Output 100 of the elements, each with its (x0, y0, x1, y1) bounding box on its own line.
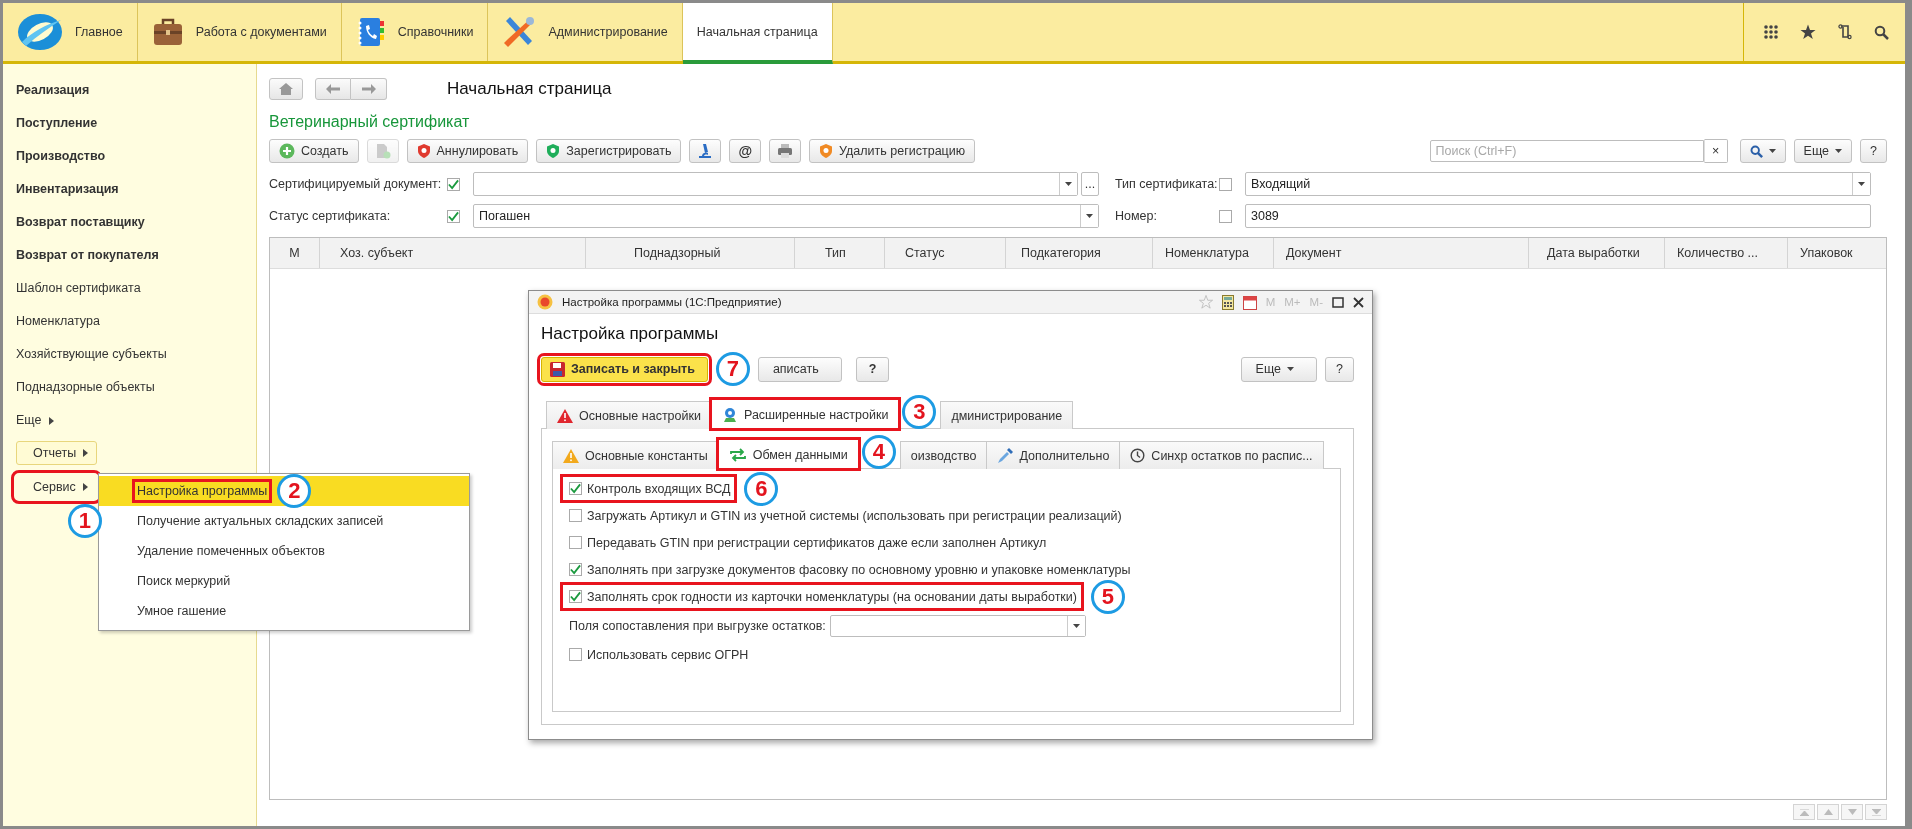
dropdown-button[interactable] (1852, 173, 1870, 195)
dropdown-caret-icon (1072, 623, 1080, 628)
callout-number: 7 (715, 352, 750, 386)
search-button[interactable] (1739, 139, 1786, 163)
filter-label: Тип сертификата: (1115, 177, 1219, 191)
dropdown-button[interactable] (1080, 205, 1098, 227)
dropdown-caret-icon (1835, 149, 1843, 153)
maximize-icon[interactable] (1332, 296, 1344, 308)
toolbar-button[interactable]: @ (729, 139, 762, 163)
settings-tab[interactable]: Расширенные настройки (710, 399, 900, 429)
menu-item[interactable]: Получение актуальных складских записей (99, 506, 469, 536)
filter-checkbox[interactable] (447, 209, 460, 223)
section-tab[interactable]: Начальная страница (682, 3, 833, 64)
calendar-icon[interactable] (1242, 294, 1257, 310)
menu-item[interactable]: Удаление помеченных объектов (99, 536, 469, 566)
settings-subtab[interactable]: оизводство (899, 441, 988, 469)
back-button[interactable] (315, 78, 351, 100)
toolbar-button[interactable]: Аннулировать (406, 139, 529, 163)
save-button[interactable]: аписать (757, 356, 842, 382)
sidebar-item[interactable]: Реализация (16, 74, 90, 107)
column-header[interactable]: Тип (795, 238, 885, 268)
clock-icon (1130, 448, 1146, 463)
sidebar-item[interactable]: Номенклатура (16, 305, 100, 338)
section-tab[interactable]: Справочники (341, 3, 489, 61)
filter-checkbox[interactable] (1219, 209, 1232, 223)
filter-checkbox[interactable] (447, 177, 460, 191)
column-header[interactable]: Хоз. субъект (320, 238, 586, 268)
dropdown-button[interactable] (1059, 173, 1077, 195)
dropdown-button[interactable] (1066, 615, 1085, 636)
more-button[interactable]: Еще (1793, 139, 1853, 163)
filter-field[interactable]: 3089 (1245, 204, 1871, 228)
settings-tab[interactable]: Основные настройки (546, 401, 712, 429)
check-icon (448, 210, 459, 222)
settings-subtab[interactable]: Обмен данными (717, 439, 859, 469)
search-field[interactable]: Поиск (Ctrl+F) (1429, 140, 1704, 162)
sidebar-item[interactable]: Хозяйствующие субъекты (16, 338, 167, 371)
settings-subtab[interactable]: Основные константы (552, 441, 719, 469)
toolbar-icon-button[interactable] (689, 139, 722, 163)
sidebar-item[interactable]: Возврат поставщику (16, 206, 145, 239)
clear-button[interactable]: × (1703, 139, 1728, 163)
filter-field[interactable]: Входящий (1245, 172, 1871, 196)
column-header[interactable]: Количество ... (1665, 238, 1788, 268)
toolbar-icon-button[interactable] (769, 139, 802, 163)
choice-button[interactable]: ... (1081, 172, 1099, 196)
forward-button[interactable] (351, 78, 387, 100)
star-icon[interactable] (1198, 295, 1213, 309)
home-icon (279, 83, 293, 95)
toolbar-button[interactable]: Зарегистрировать (536, 139, 682, 163)
settings-subtab[interactable]: Синхр остатков по распис... (1119, 441, 1324, 469)
dropdown-caret-icon (1287, 367, 1295, 371)
warning-icon (563, 448, 579, 463)
more-link[interactable]: Еще (16, 404, 55, 437)
filter-label: Статус сертификата: (269, 209, 392, 223)
column-header[interactable]: М (270, 238, 320, 268)
section-tab[interactable]: Администрирование (488, 3, 683, 61)
sidebar-item[interactable]: Поступление (16, 107, 98, 140)
column-header[interactable]: Документ (1274, 238, 1529, 268)
calculator-icon[interactable] (1221, 294, 1234, 310)
sidebar-item[interactable]: Шаблон сертификата (16, 272, 141, 305)
apps-grid-icon[interactable] (1764, 25, 1778, 39)
section-tab[interactable]: Главное (3, 3, 138, 61)
toolbar-button[interactable]: Удалить регистрацию (809, 139, 976, 163)
check-icon (570, 591, 581, 602)
sidebar-item[interactable]: Производство (16, 140, 106, 173)
dropdown-caret-icon (1858, 182, 1865, 186)
column-header[interactable]: Упаковок (1788, 238, 1886, 268)
filter-label: Номер: (1115, 209, 1158, 223)
sidebar-item[interactable]: Поднадзорные объекты (16, 371, 155, 404)
sidebar-item[interactable]: Инвентаризация (16, 173, 119, 206)
check-icon (448, 178, 459, 190)
filter-field[interactable]: Погашен (473, 204, 1099, 228)
help-button[interactable]: ? (855, 356, 890, 382)
document-icon (374, 143, 391, 159)
settings-tab[interactable]: дминистрирование (940, 401, 1074, 429)
dropdown-caret-icon (1086, 214, 1093, 218)
column-header[interactable]: Номенклатура (1153, 238, 1274, 268)
select-field[interactable] (829, 614, 1086, 637)
help-button[interactable]: ? (1325, 356, 1354, 382)
column-header[interactable]: Поднадзорный (586, 238, 795, 268)
sidebar-item[interactable]: Возврат от покупателя (16, 239, 159, 272)
section-tab[interactable]: Работа с документами (137, 3, 342, 61)
option-checkbox[interactable]: Использовать сервис ОГРН (561, 641, 755, 668)
menu-item[interactable]: Настройка программы 2 (99, 476, 469, 506)
more-button[interactable]: Еще (1240, 356, 1318, 382)
close-icon[interactable] (1353, 296, 1364, 308)
filter-field[interactable] (473, 172, 1078, 196)
menu-item[interactable]: Поиск меркурий (99, 566, 469, 596)
toolbar-button[interactable]: Создать (269, 139, 359, 163)
option-checkbox[interactable]: Передавать GTIN при регистрации сертификатов даже если заполнен Артикул (561, 529, 1053, 556)
home-button[interactable] (269, 78, 303, 100)
search-icon[interactable] (1874, 24, 1889, 40)
column-header[interactable]: Дата выработки (1529, 238, 1665, 268)
settings-subtab[interactable]: Дополнительно (986, 441, 1121, 469)
help-button[interactable]: ? (1860, 139, 1887, 163)
column-header[interactable]: Подкатегория (1006, 238, 1153, 268)
column-header[interactable]: Статус (885, 238, 1006, 268)
sidebar-button[interactable]: Отчеты (16, 441, 98, 465)
menu-item[interactable]: Умное гашение (99, 596, 469, 626)
star-icon[interactable] (1800, 24, 1816, 40)
filter-checkbox[interactable] (1219, 177, 1232, 191)
